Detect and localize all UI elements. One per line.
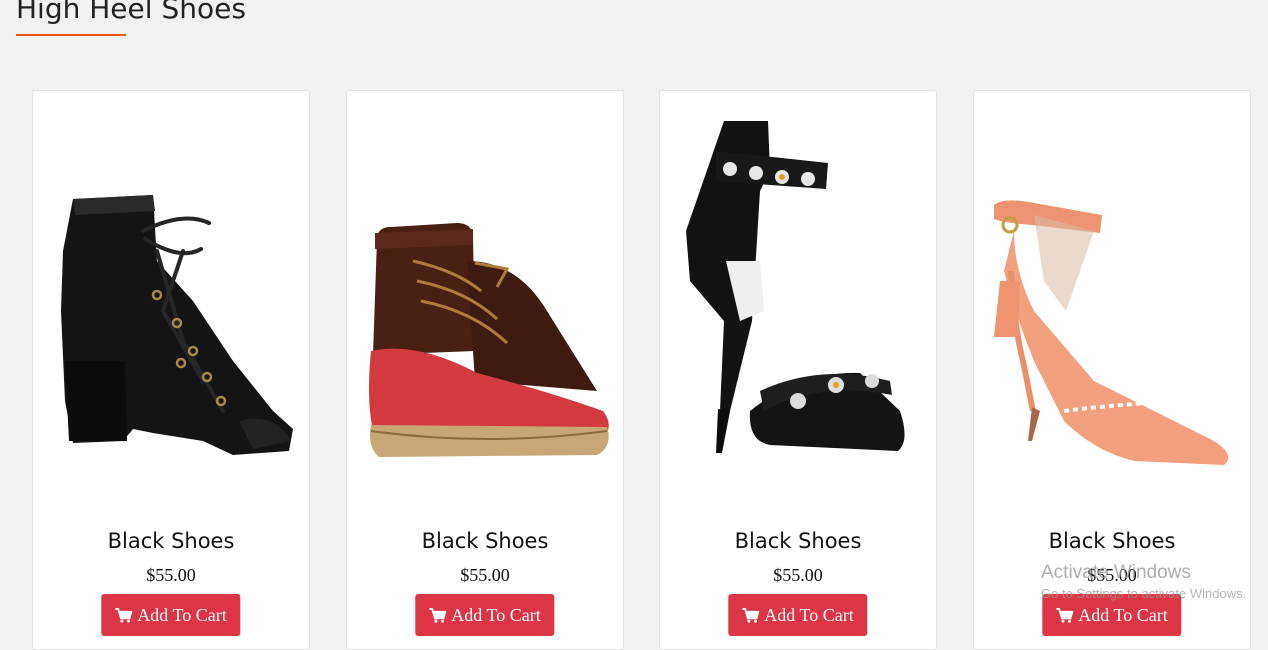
- product-price: $55.00: [460, 565, 510, 585]
- product-image-duck-boot[interactable]: [347, 111, 625, 501]
- product-name: Black Shoes: [1048, 529, 1176, 553]
- product-price: $55.00: [146, 565, 196, 585]
- product-price: $55.00: [1087, 565, 1137, 585]
- add-to-cart-button[interactable]: Add To Cart: [101, 594, 241, 636]
- product-card[interactable]: Black Shoes $55.00 Add To Cart: [32, 90, 310, 650]
- add-to-cart-label: Add To Cart: [764, 604, 854, 625]
- product-image-peach-pump[interactable]: [974, 111, 1252, 501]
- title-underline: [16, 34, 126, 36]
- cart-icon: [115, 607, 133, 623]
- product-card[interactable]: Black Shoes $55.00 Add To Cart: [973, 90, 1251, 650]
- product-image-black-bootie[interactable]: [33, 111, 311, 501]
- product-name: Black Shoes: [107, 529, 235, 553]
- product-card[interactable]: Black Shoes $55.00 Add To Cart: [346, 90, 624, 650]
- add-to-cart-label: Add To Cart: [137, 604, 227, 625]
- add-to-cart-label: Add To Cart: [451, 604, 541, 625]
- product-name: Black Shoes: [421, 529, 549, 553]
- add-to-cart-label: Add To Cart: [1078, 604, 1168, 625]
- product-name: Black Shoes: [734, 529, 862, 553]
- cart-icon: [429, 607, 447, 623]
- cart-icon: [742, 607, 760, 623]
- add-to-cart-button[interactable]: Add To Cart: [415, 594, 555, 636]
- add-to-cart-button[interactable]: Add To Cart: [728, 594, 868, 636]
- page-title: High Heel Shoes: [16, 0, 246, 25]
- cart-icon: [1056, 607, 1074, 623]
- product-price: $55.00: [773, 565, 823, 585]
- product-image-jeweled-sandal[interactable]: [660, 111, 938, 501]
- add-to-cart-button[interactable]: Add To Cart: [1042, 594, 1182, 636]
- product-card[interactable]: Black Shoes $55.00 Add To Cart: [659, 90, 937, 650]
